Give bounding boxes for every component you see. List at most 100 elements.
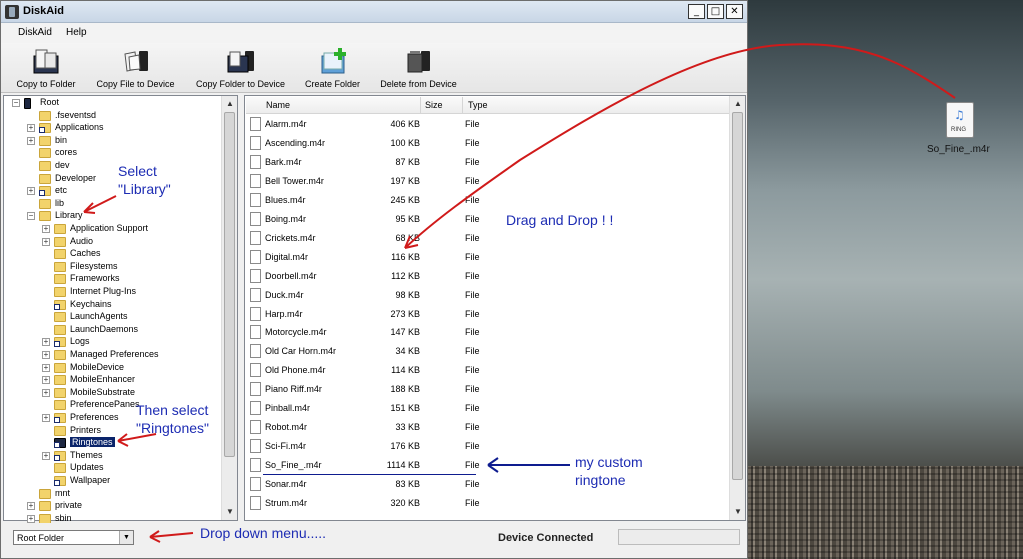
tree-item[interactable]: Wallpaper (4, 475, 220, 487)
folder-icon (54, 249, 66, 260)
tree-item[interactable]: + Logs (4, 336, 220, 348)
expand-icon[interactable]: + (27, 514, 35, 523)
menu-help[interactable]: Help (66, 27, 87, 38)
expand-icon[interactable]: + (42, 414, 50, 422)
desktop-icon-label[interactable]: So_Fine_.m4r (927, 144, 990, 155)
tree-item[interactable]: mnt (4, 488, 220, 500)
tree-item[interactable]: Ringtones (4, 437, 220, 449)
tree-item[interactable]: LaunchDaemons (4, 324, 220, 336)
table-row[interactable]: So_Fine_.m4r 1114 KB File (246, 456, 729, 475)
table-row[interactable]: Old Phone.m4r 114 KB File (246, 361, 729, 380)
expand-icon[interactable]: + (42, 351, 50, 359)
scroll-up-icon[interactable]: ▲ (731, 97, 745, 111)
tree-item[interactable]: + private (4, 500, 220, 512)
menu-diskaid[interactable]: DiskAid (18, 27, 52, 38)
table-row[interactable]: Bark.m4r 87 KB File (246, 153, 729, 172)
expand-icon[interactable]: + (42, 388, 50, 397)
tree-item[interactable]: Keychains (4, 299, 220, 311)
tree-item[interactable]: Internet Plug-Ins (4, 286, 220, 298)
table-row[interactable]: Strum.m4r 320 KB File (246, 494, 729, 513)
scroll-thumb[interactable] (224, 112, 235, 457)
table-row[interactable]: Sonar.m4r 83 KB File (246, 475, 729, 494)
file-list[interactable]: Name Size Type ▲ ▼ Alarm.m4r 406 KB File As… (244, 95, 746, 521)
folder-tree[interactable]: ▲ ▼ − Root .fseventsd + Applications + bin core… (3, 95, 238, 524)
tree-item[interactable]: + Application Support (4, 223, 220, 235)
tree-item[interactable]: lib (4, 198, 220, 210)
expand-icon[interactable]: + (27, 136, 35, 145)
table-row[interactable]: Bell Tower.m4r 197 KB File (246, 172, 729, 191)
annotation-drag-drop: Drag and Drop ! ! (506, 212, 614, 228)
device-status: Device Connected (498, 532, 594, 544)
tree-scrollbar[interactable]: ▲ ▼ (221, 96, 237, 520)
expand-icon[interactable]: + (42, 376, 50, 385)
expand-icon[interactable]: + (42, 237, 50, 246)
folder-dropdown[interactable]: Root Folder ▼ (13, 530, 134, 545)
table-row[interactable]: Doorbell.m4r 112 KB File (246, 267, 729, 286)
tree-item[interactable]: Updates (4, 462, 220, 474)
column-type[interactable]: Type (468, 100, 488, 110)
tree-item[interactable]: + MobileEnhancer (4, 374, 220, 386)
create-folder-button[interactable]: Create Folder (302, 47, 363, 89)
scroll-down-icon[interactable]: ▼ (731, 505, 745, 519)
column-size[interactable]: Size (425, 100, 443, 110)
tree-item[interactable]: + Applications (4, 122, 220, 134)
table-row[interactable]: Duck.m4r 98 KB File (246, 286, 729, 305)
tree-item[interactable]: − Root (4, 97, 220, 109)
tree-item[interactable]: + MobileDevice (4, 362, 220, 374)
scroll-down-icon[interactable]: ▼ (223, 505, 237, 519)
table-row[interactable]: Motorcycle.m4r 147 KB File (246, 323, 729, 342)
chevron-down-icon[interactable]: ▼ (119, 531, 133, 544)
tree-item[interactable]: Frameworks (4, 273, 220, 285)
tree-item[interactable]: + Themes (4, 450, 220, 462)
desktop-city-shading (748, 466, 1023, 559)
table-row[interactable]: Boing.m4r 95 KB File (246, 210, 729, 229)
expand-icon[interactable]: + (42, 363, 50, 372)
collapse-icon[interactable]: − (27, 212, 35, 221)
expand-icon[interactable]: + (42, 451, 50, 460)
delete-from-device-button[interactable]: Delete from Device (375, 47, 462, 89)
table-row[interactable]: Crickets.m4r 68 KB File (246, 229, 729, 248)
tree-item[interactable]: LaunchAgents (4, 311, 220, 323)
table-row[interactable]: Robot.m4r 33 KB File (246, 418, 729, 437)
tree-item[interactable]: Developer (4, 173, 220, 185)
ringtone-file-icon[interactable]: ♫ RING (946, 102, 974, 138)
maximize-button[interactable]: □ (707, 4, 724, 19)
copy-to-folder-button[interactable]: Copy to Folder (13, 47, 79, 89)
table-row[interactable]: Pinball.m4r 151 KB File (246, 399, 729, 418)
tree-item[interactable]: + bin (4, 135, 220, 147)
tree-item[interactable]: cores (4, 147, 220, 159)
table-row[interactable]: Sci-Fi.m4r 176 KB File (246, 437, 729, 456)
tree-item-label: cores (55, 147, 78, 158)
tree-item[interactable]: Caches (4, 248, 220, 260)
table-row[interactable]: Old Car Horn.m4r 34 KB File (246, 342, 729, 361)
tree-item[interactable]: + Managed Preferences (4, 349, 220, 361)
copy-file-to-device-button[interactable]: Copy File to Device (92, 47, 179, 89)
expand-icon[interactable]: + (27, 502, 35, 511)
tree-item[interactable]: − Library (4, 210, 220, 222)
table-row[interactable]: Harp.m4r 273 KB File (246, 305, 729, 324)
expand-icon[interactable]: + (27, 124, 35, 133)
scroll-up-icon[interactable]: ▲ (223, 97, 237, 111)
tree-item[interactable]: + etc (4, 185, 220, 197)
copy-folder-to-device-button[interactable]: Copy Folder to Device (191, 47, 290, 89)
table-row[interactable]: Piano Riff.m4r 188 KB File (246, 380, 729, 399)
tree-item-label: Frameworks (70, 273, 120, 284)
tree-item[interactable]: dev (4, 160, 220, 172)
table-row[interactable]: Alarm.m4r 406 KB File (246, 115, 729, 134)
table-row[interactable]: Blues.m4r 245 KB File (246, 191, 729, 210)
expand-icon[interactable]: + (42, 338, 50, 347)
scroll-thumb[interactable] (732, 112, 743, 480)
file-list-scrollbar[interactable]: ▲ ▼ (729, 96, 745, 520)
expand-icon[interactable]: + (42, 225, 50, 233)
tree-item[interactable]: + MobileSubstrate (4, 387, 220, 399)
table-row[interactable]: Digital.m4r 116 KB File (246, 248, 729, 267)
close-button[interactable]: ✕ (726, 4, 743, 19)
minimize-button[interactable]: _ (688, 4, 705, 19)
expand-icon[interactable]: + (27, 187, 35, 196)
tree-item[interactable]: .fseventsd (4, 110, 220, 122)
tree-item[interactable]: + Audio (4, 236, 220, 248)
column-name[interactable]: Name (266, 100, 290, 110)
tree-item[interactable]: Filesystems (4, 261, 220, 273)
table-row[interactable]: Ascending.m4r 100 KB File (246, 134, 729, 153)
collapse-icon[interactable]: − (12, 99, 20, 107)
